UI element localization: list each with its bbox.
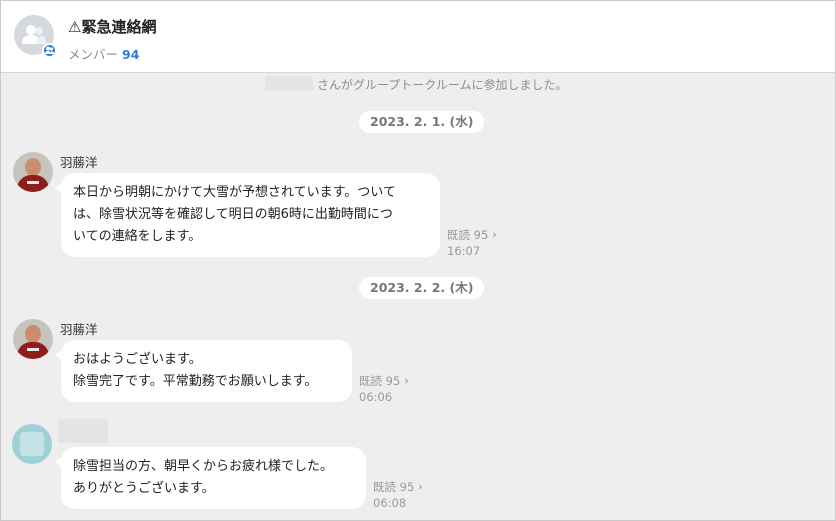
date-divider: 2023. 2. 1. (水)	[359, 111, 485, 133]
timestamp: 06:08	[373, 496, 407, 510]
read-count: 既読 95	[359, 374, 401, 388]
avatar[interactable]	[12, 424, 52, 464]
message-meta: 既読 95 › 06:06	[359, 373, 409, 405]
read-count: 既読 95	[447, 228, 489, 242]
member-count[interactable]: メンバー 94	[68, 44, 139, 63]
member-count-value: 94	[122, 47, 140, 62]
message-line: おはようございます。	[73, 352, 202, 367]
chevron-right-icon: ›	[418, 480, 423, 493]
read-receipt[interactable]: 既読 95 ›	[359, 373, 409, 389]
member-label: メンバー	[68, 47, 119, 62]
chat-header: ⚠緊急連絡網 メンバー 94	[1, 1, 835, 73]
avatar[interactable]	[13, 152, 53, 192]
read-receipt[interactable]: 既読 95 ›	[373, 479, 423, 495]
message-bubble[interactable]: おはようございます。 除雪完了です。平常勤務でお願いします。	[55, 340, 352, 402]
chevron-right-icon: ›	[404, 374, 409, 387]
message-meta: 既読 95 › 16:07	[447, 227, 497, 259]
join-notice: さんがグループトークルームに参加しました。	[317, 78, 568, 92]
message-bubble[interactable]: 本日から明朝にかけて大雪が予想されています。ついて は、除雪状況等を確認して明日…	[55, 173, 440, 257]
date-divider: 2023. 2. 2. (木)	[359, 277, 485, 299]
timestamp: 16:07	[447, 244, 481, 258]
message-line: 除雪担当の方、朝早くからお疲れ様でした。	[73, 459, 334, 474]
blurred-sender-name	[58, 419, 108, 443]
read-count: 既読 95	[373, 480, 415, 494]
page-title: ⚠緊急連絡網	[68, 18, 157, 36]
message-line: ありがとうございます。	[73, 481, 215, 496]
sender-name: 羽蕂洋	[60, 155, 98, 170]
member-badge	[42, 43, 57, 58]
message-line: 本日から明朝にかけて大雪が予想されています。ついて	[73, 185, 396, 200]
message-meta: 既読 95 › 06:08	[373, 479, 423, 511]
blurred-username	[265, 76, 313, 91]
sender-name: 羽蕂洋	[60, 322, 98, 337]
read-receipt[interactable]: 既読 95 ›	[447, 227, 497, 243]
chat-window: ⚠緊急連絡網 メンバー 94 さんがグループトークルームに参加しました。 2023…	[0, 0, 836, 521]
message-line: は、除雪状況等を確認して明日の朝6時に出勤時間につ	[73, 207, 393, 222]
avatar[interactable]	[13, 319, 53, 359]
member-icon	[45, 46, 54, 54]
group-avatar-icon	[22, 25, 46, 44]
chevron-right-icon: ›	[492, 228, 497, 241]
message-line: いての連絡をします。	[73, 229, 202, 244]
message-line: 除雪完了です。平常勤務でお願いします。	[73, 374, 318, 389]
timestamp: 06:06	[359, 390, 393, 404]
message-bubble[interactable]: 除雪担当の方、朝早くからお疲れ様でした。 ありがとうございます。	[55, 447, 366, 509]
